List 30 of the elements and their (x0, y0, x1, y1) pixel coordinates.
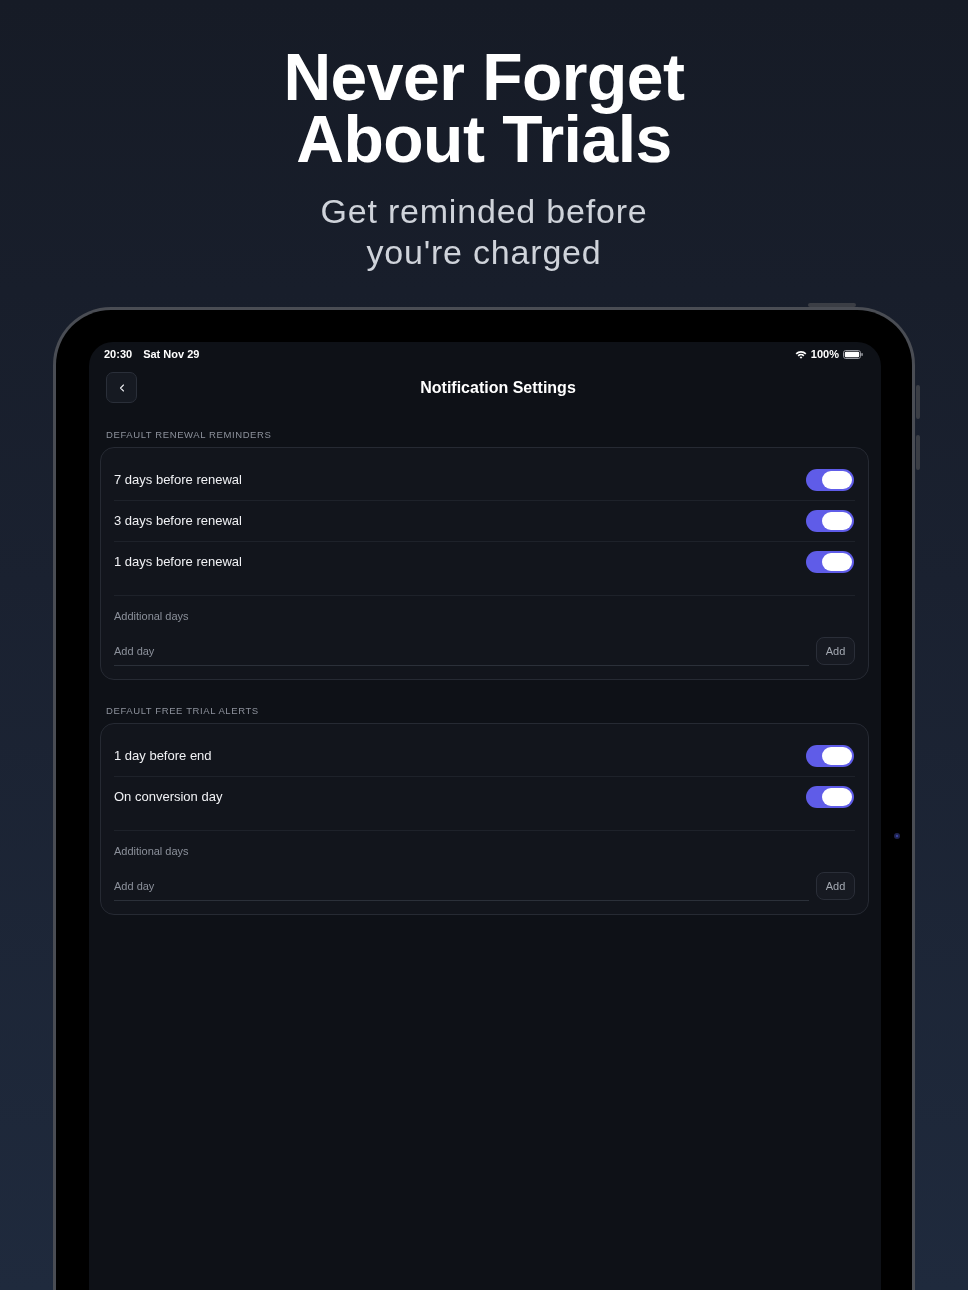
toggle-label: On conversion day (114, 789, 223, 805)
toggle-label: 7 days before renewal (114, 471, 242, 488)
add-button[interactable]: Add (816, 637, 855, 665)
subtitle: Get reminded before you're charged (319, 191, 649, 273)
frame-ridge (916, 435, 920, 470)
headline: Never Forget About Trials (282, 46, 686, 170)
battery-percent: 100% (810, 348, 839, 360)
nav-title: Notification Settings (419, 377, 577, 398)
add-button[interactable]: Add (816, 872, 855, 900)
frame-ridge (808, 303, 856, 307)
toggle-switch[interactable] (806, 786, 854, 808)
toggle-label: 3 days before renewal (114, 513, 242, 529)
toggle-switch[interactable] (806, 551, 854, 573)
camera-lens-icon (894, 833, 900, 839)
toggle-label: 1 day before end (114, 747, 212, 764)
battery-icon (843, 349, 863, 359)
add-day-input[interactable]: Add day (114, 637, 809, 666)
additional-days-label: Additional days (114, 609, 190, 623)
toggle-label: 1 days before renewal (114, 554, 242, 570)
status-date: Sat Nov 29 (143, 348, 200, 360)
frame-ridge (916, 385, 920, 419)
section-header: DEFAULT FREE TRIAL ALERTS (105, 704, 259, 717)
add-day-input[interactable]: Add day (114, 872, 809, 901)
additional-days-label: Additional days (114, 844, 190, 858)
wifi-icon (794, 349, 807, 359)
toggle-switch[interactable] (806, 468, 854, 491)
toggle-switch[interactable] (806, 510, 854, 532)
section-header: DEFAULT RENEWAL REMINDERS (105, 428, 272, 441)
status-time: 20:30 (104, 348, 133, 360)
toggle-switch[interactable] (806, 744, 854, 767)
